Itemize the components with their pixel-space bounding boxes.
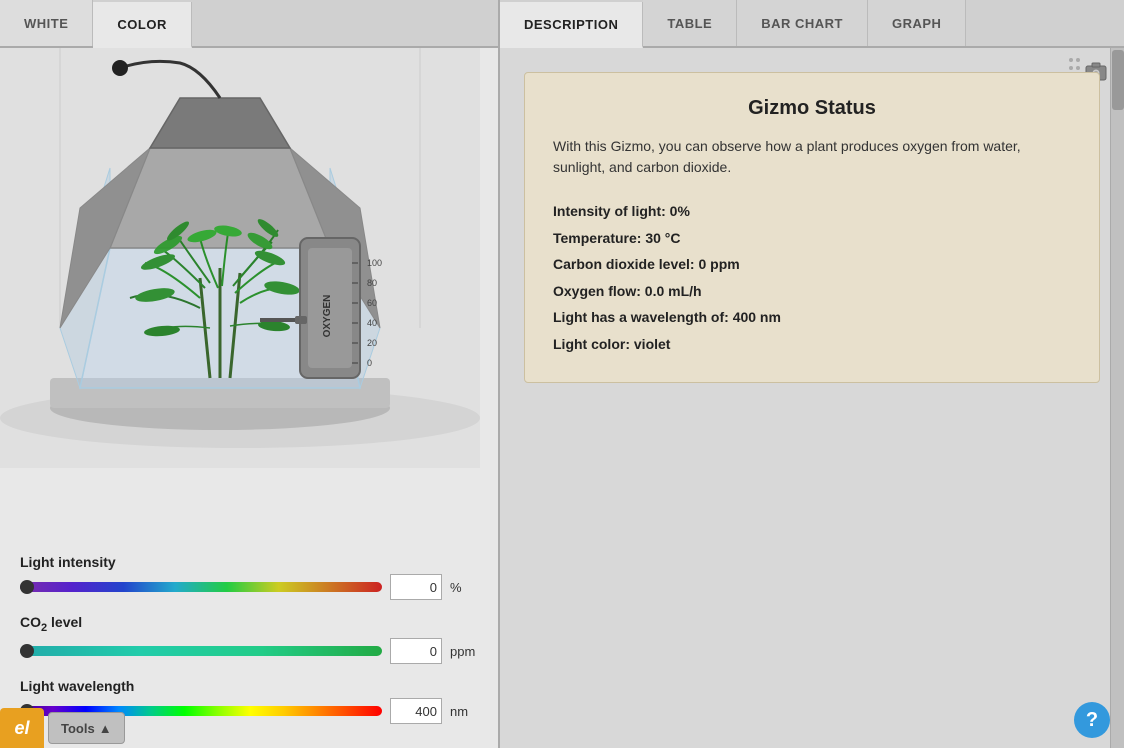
tools-bar: el Tools ▲ <box>0 708 125 748</box>
svg-text:40: 40 <box>367 318 377 328</box>
svg-text:0: 0 <box>367 358 372 368</box>
light-intensity-thumb[interactable] <box>20 580 34 594</box>
co2-track[interactable] <box>20 646 382 656</box>
field-value-4: 400 nm <box>733 309 781 325</box>
status-field-0: Intensity of light: 0% <box>553 198 1071 225</box>
status-intro: With this Gizmo, you can observe how a p… <box>553 136 1071 178</box>
right-scrollbar[interactable] <box>1110 48 1124 748</box>
light-intensity-slider-row: % <box>20 574 480 600</box>
tab-bar: WHITE COLOR DESCRIPTION TABLE BAR CHART … <box>0 0 1124 48</box>
field-label-5: Light color: <box>553 336 630 352</box>
svg-text:60: 60 <box>367 298 377 308</box>
tab-graph[interactable]: GRAPH <box>868 0 966 46</box>
field-label-0: Intensity of light: <box>553 203 666 219</box>
light-intensity-label: Light intensity <box>20 554 480 570</box>
status-field-1: Temperature: 30 °C <box>553 225 1071 252</box>
svg-text:100: 100 <box>367 258 382 268</box>
tools-label: Tools <box>61 721 95 736</box>
status-title: Gizmo Status <box>553 97 1071 120</box>
scene-illustration: OXYGEN 100 80 60 40 20 0 <box>0 48 480 468</box>
field-value-1: 30 °C <box>645 230 680 246</box>
tools-arrow-icon: ▲ <box>99 721 112 736</box>
wavelength-unit: nm <box>450 704 480 719</box>
tab-barchart[interactable]: BAR CHART <box>737 0 868 46</box>
light-intensity-unit: % <box>450 580 480 595</box>
tab-white[interactable]: WHITE <box>0 0 93 46</box>
field-value-3: 0.0 mL/h <box>645 283 702 299</box>
status-field-3: Oxygen flow: 0.0 mL/h <box>553 278 1071 305</box>
co2-control: CO2 level ppm <box>20 614 480 664</box>
field-label-4: Light has a wavelength of: <box>553 309 729 325</box>
co2-thumb[interactable] <box>20 644 34 658</box>
tab-description[interactable]: DESCRIPTION <box>500 2 643 48</box>
light-intensity-control: Light intensity % <box>20 554 480 600</box>
status-field-2: Carbon dioxide level: 0 ppm <box>553 251 1071 278</box>
tab-table[interactable]: TABLE <box>643 0 737 46</box>
field-label-2: Carbon dioxide level: <box>553 256 695 272</box>
field-label-3: Oxygen flow: <box>553 283 641 299</box>
status-data: Intensity of light: 0% Temperature: 30 °… <box>553 198 1071 358</box>
right-content: Gizmo Status With this Gizmo, you can ob… <box>500 48 1124 748</box>
wavelength-input[interactable] <box>390 698 442 724</box>
field-value-0: 0% <box>670 203 690 219</box>
svg-text:20: 20 <box>367 338 377 348</box>
status-card: Gizmo Status With this Gizmo, you can ob… <box>524 72 1100 383</box>
help-button[interactable]: ? <box>1074 702 1110 738</box>
light-intensity-input[interactable] <box>390 574 442 600</box>
field-label-1: Temperature: <box>553 230 641 246</box>
light-intensity-track[interactable] <box>20 582 382 592</box>
right-tabs: DESCRIPTION TABLE BAR CHART GRAPH <box>500 0 1124 46</box>
field-value-2: 0 ppm <box>698 256 739 272</box>
right-panel: Gizmo Status With this Gizmo, you can ob… <box>500 48 1124 748</box>
tab-color[interactable]: COLOR <box>93 2 191 48</box>
scrollbar-thumb[interactable] <box>1112 50 1124 110</box>
co2-slider-row: ppm <box>20 638 480 664</box>
main-layout: 30.0 Temperature (°C) <box>0 48 1124 748</box>
co2-label: CO2 level <box>20 614 480 634</box>
co2-input[interactable] <box>390 638 442 664</box>
wavelength-label: Light wavelength <box>20 678 480 694</box>
left-tabs: WHITE COLOR <box>0 0 500 46</box>
status-field-5: Light color: violet <box>553 331 1071 358</box>
field-value-5: violet <box>634 336 671 352</box>
svg-text:80: 80 <box>367 278 377 288</box>
status-field-4: Light has a wavelength of: 400 nm <box>553 304 1071 331</box>
left-panel: 30.0 Temperature (°C) <box>0 48 500 748</box>
tools-button[interactable]: Tools ▲ <box>48 712 125 744</box>
el-logo: el <box>0 708 44 748</box>
svg-text:OXYGEN: OXYGEN <box>322 295 333 338</box>
co2-unit: ppm <box>450 644 480 659</box>
